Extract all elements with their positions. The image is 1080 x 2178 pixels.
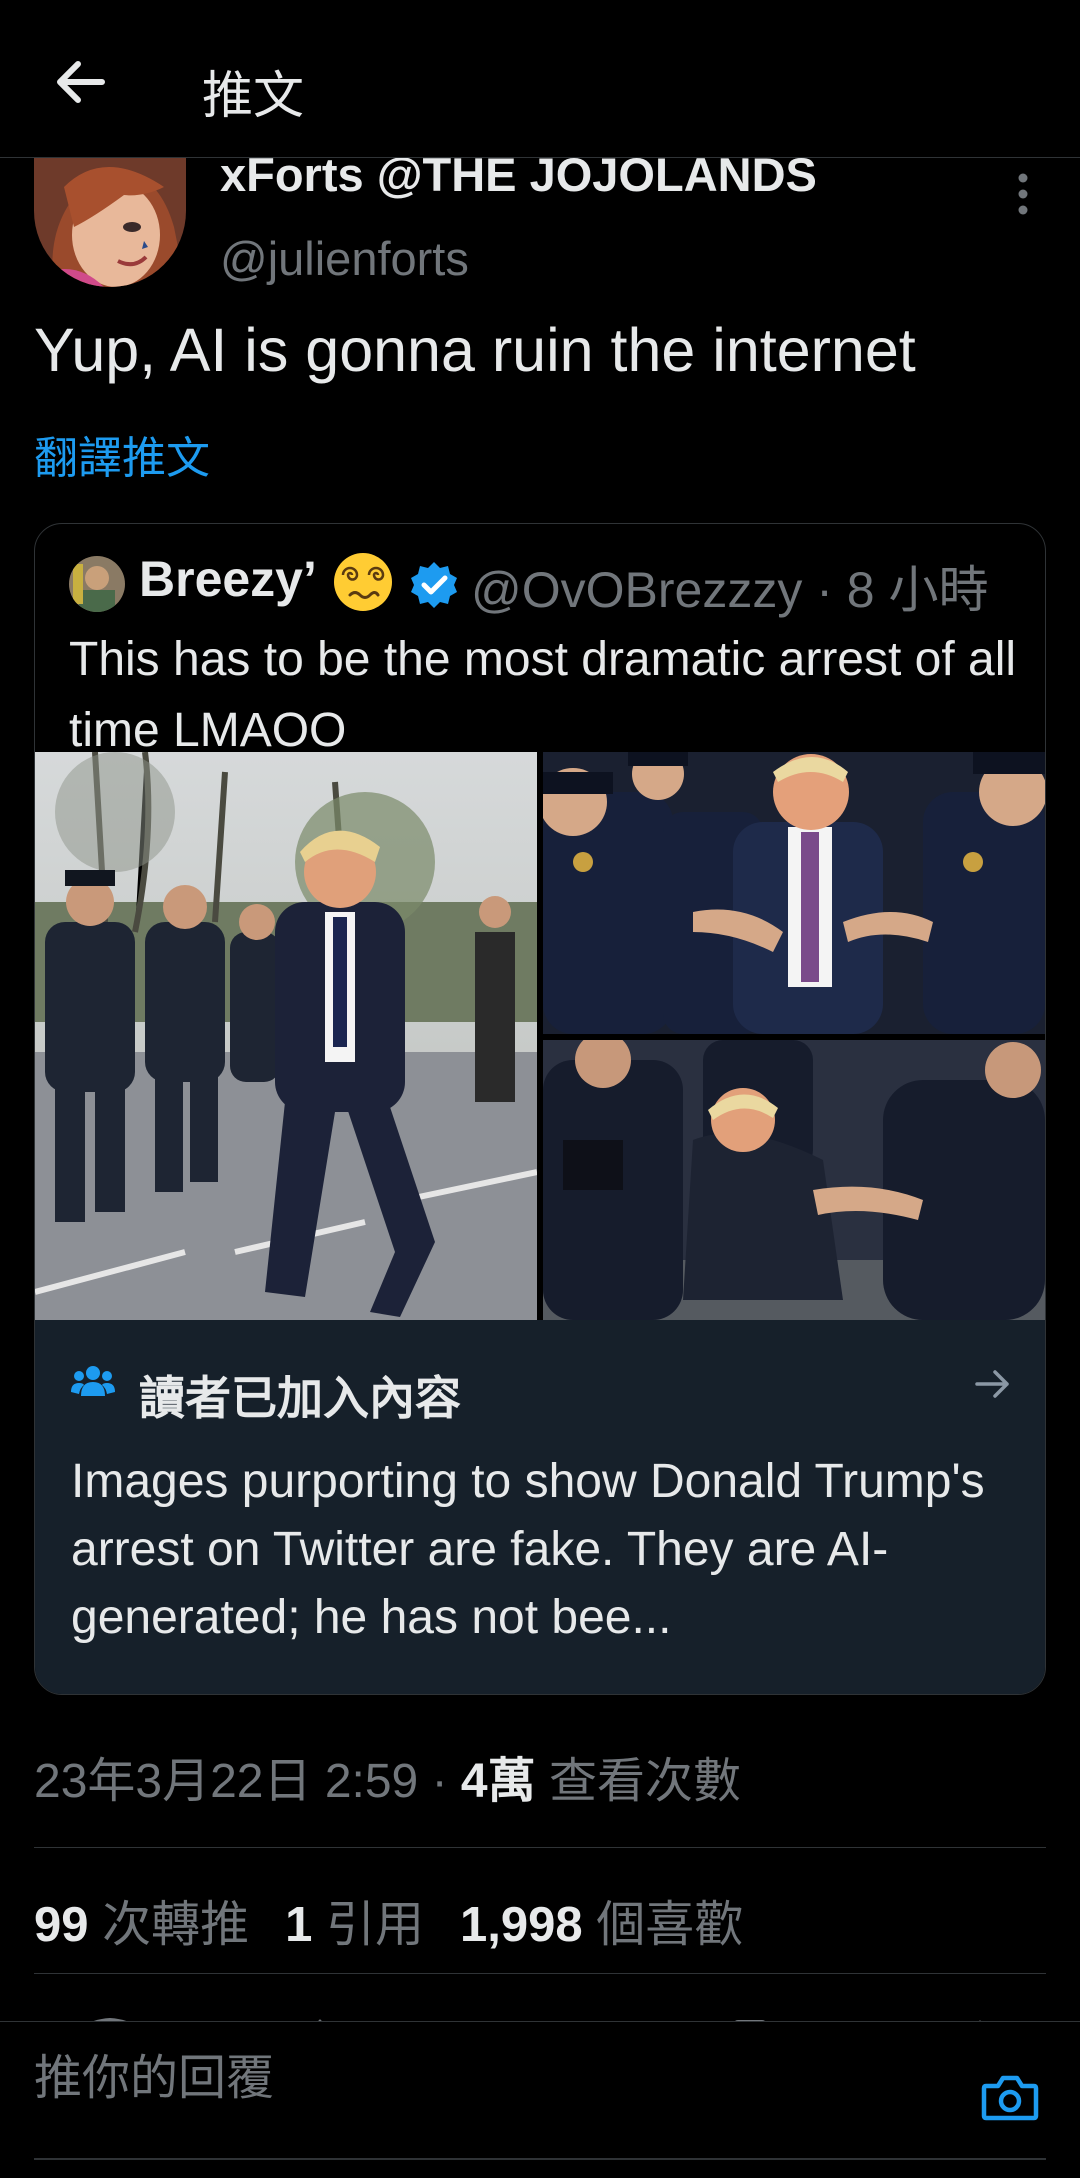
quote-author-name[interactable]: Breezy’ (139, 550, 317, 608)
photo-police-grabbing-man[interactable] (543, 752, 1045, 1034)
tweet-stats: 99 次轉推 1 引用 1,998 個喜歡 (34, 1885, 779, 1956)
community-note-title: 讀者已加入內容 (139, 1372, 461, 1424)
retweets-label: 次轉推 (88, 1898, 250, 1952)
author-avatar[interactable] (34, 157, 186, 287)
camera-icon (981, 2075, 1039, 2121)
quote-media-grid (35, 752, 1045, 1320)
quote-avatar-image (69, 556, 125, 612)
reply-bar (0, 2021, 1080, 2178)
tweet-text: Yup, AI is gonna ruin the internet (34, 316, 916, 384)
top-bar: 推文 (0, 0, 1080, 158)
arrow-right-icon[interactable] (971, 1362, 1015, 1406)
quotes-count: 1 (285, 1898, 313, 1952)
tweet-detail: xForts @THE JOJOLANDS @julienforts Yup, … (0, 157, 1080, 2021)
avatar-image (34, 157, 186, 287)
views-label[interactable]: 查看次數 (536, 1755, 741, 1808)
back-button[interactable] (50, 52, 110, 112)
reply-input[interactable] (34, 2048, 934, 2108)
timestamp-value: 23年3月22日 2:59 (34, 1755, 419, 1808)
meta-separator: · (418, 1755, 461, 1808)
photo-man-running-from-police[interactable] (35, 752, 537, 1320)
more-options-button[interactable] (1005, 167, 1041, 221)
retweets-stat[interactable]: 99 次轉推 (34, 1885, 249, 1956)
quotes-label: 引用 (312, 1898, 425, 1952)
page-title: 推文 (202, 67, 305, 124)
reply-underline (34, 2158, 1046, 2160)
arrow-left-icon (57, 61, 105, 103)
people-icon (71, 1364, 115, 1400)
camera-button[interactable] (980, 2072, 1040, 2124)
translate-tweet-link[interactable]: 翻譯推文 (34, 422, 210, 486)
dizzy-face-emoji (332, 551, 394, 613)
quoted-tweet[interactable]: Breezy’ @OvOBrezzzy · 8 小時 This has to b… (34, 523, 1046, 1695)
views-count[interactable]: 4萬 (461, 1755, 536, 1808)
divider (34, 1973, 1046, 1974)
community-note[interactable]: 讀者已加入內容 Images purporting to show Donald… (35, 1320, 1045, 1694)
quote-author-avatar[interactable] (69, 556, 125, 612)
quotes-stat[interactable]: 1 引用 (285, 1885, 424, 1956)
quote-text: This has to be the most dramatic arrest … (69, 633, 1017, 757)
divider (34, 1847, 1046, 1848)
verified-badge-icon (409, 560, 459, 610)
likes-count: 1,998 (460, 1898, 583, 1952)
quote-handle-time: @OvOBrezzzy · 8 小時 (471, 562, 989, 618)
likes-label: 個喜歡 (582, 1898, 744, 1952)
likes-stat[interactable]: 1,998 個喜歡 (460, 1885, 743, 1956)
retweets-count: 99 (34, 1898, 89, 1952)
more-vertical-icon (1018, 173, 1028, 215)
community-note-text: Images purporting to show Donald Trump's… (71, 1455, 985, 1644)
author-handle[interactable]: @julienforts (220, 231, 469, 286)
photo-police-tackling-man[interactable] (543, 1040, 1045, 1320)
tweet-timestamp: 23年3月22日 2:59 · 4萬 查看次數 (34, 1741, 741, 1811)
author-name[interactable]: xForts @THE JOJOLANDS (220, 157, 817, 202)
action-bar (0, 2012, 1080, 2021)
